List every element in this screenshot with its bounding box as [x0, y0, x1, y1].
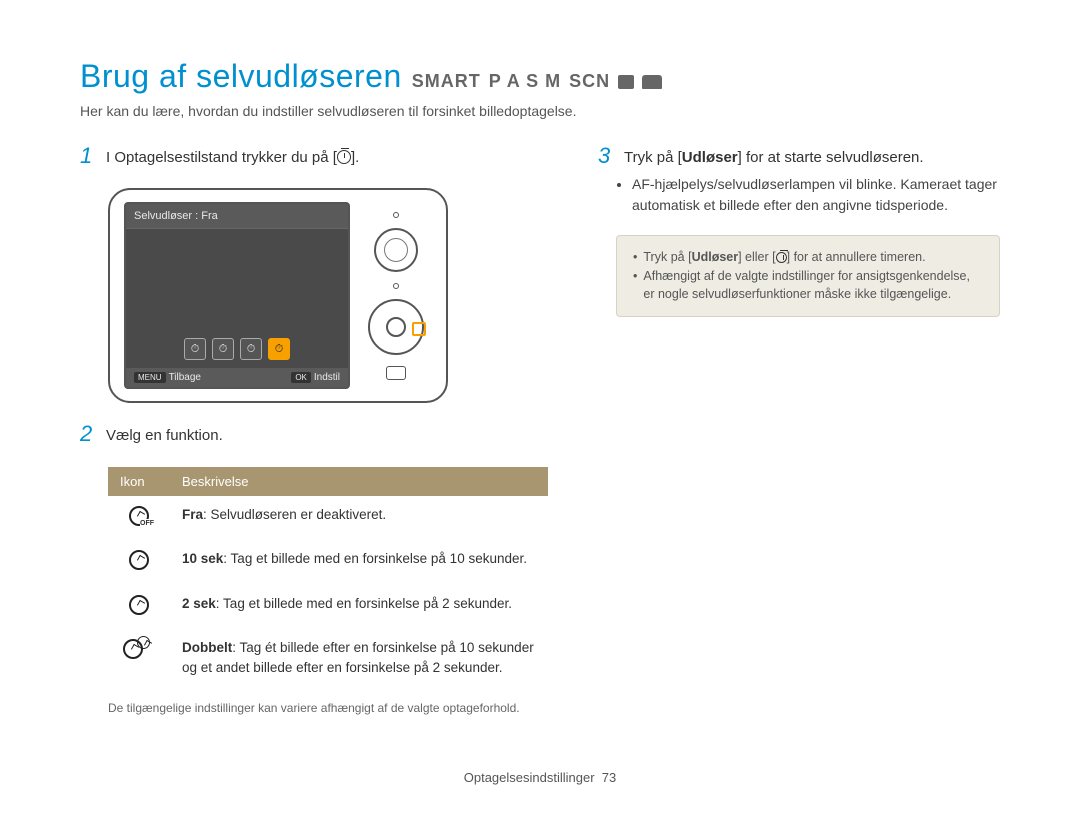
- left-column: 1 I Optagelsestilstand trykker du på [].…: [80, 145, 548, 717]
- camera-option-selected: ⏱: [268, 338, 290, 360]
- timer-10-icon: [129, 550, 149, 570]
- step-3-bullets: AF-hjælpelys/selvudløserlampen vil blink…: [632, 174, 1000, 215]
- camera-set-label: OKIndstil: [291, 372, 340, 383]
- intro-text: Her kan du lære, hvordan du indstiller s…: [80, 103, 1000, 119]
- page-footer: Optagelsesindstillinger 73: [0, 770, 1080, 785]
- camera-wheel-highlight: [412, 322, 426, 336]
- mode-scn: SCN: [569, 71, 610, 92]
- camera-led: [393, 212, 399, 218]
- info-box: Tryk på [Udløser] eller [] for at annull…: [616, 235, 1000, 317]
- camera-option-2: ⏱: [240, 338, 262, 360]
- table-row-3-desc: Dobbelt: Tag ét billede efter en forsink…: [170, 629, 548, 686]
- step-3-text: Tryk på [Udløser] for at starte selvudlø…: [624, 145, 1000, 168]
- step-3: 3 Tryk på [Udløser] for at starte selvud…: [598, 145, 1000, 215]
- step-2-text: Vælg en funktion.: [106, 423, 548, 446]
- table-head-desc: Beskrivelse: [170, 467, 548, 496]
- info-bullet-2: Afhængigt af de valgte indstillinger for…: [633, 267, 983, 305]
- camera-controls: [360, 202, 432, 389]
- step-2: 2 Vælg en funktion.: [80, 423, 548, 446]
- camera-option-off: ⏱: [184, 338, 206, 360]
- camera-control-wheel: [368, 299, 424, 355]
- table-row-0-desc: Fra: Selvudløseren er deaktiveret.: [170, 496, 548, 541]
- mode-icon-1: [618, 75, 634, 89]
- table-footnote: De tilgængelige indstillinger kan varier…: [108, 700, 548, 717]
- camera-illustration: Selvudløser : Fra ⏱ ⏱ ⏱ ⏱ MENUTilbage: [108, 188, 448, 403]
- timer-icon: [776, 252, 787, 263]
- timer-double-icon-small: [137, 636, 150, 649]
- camera-screen-title: Selvudløser : Fra: [126, 204, 348, 229]
- timer-2-icon: [129, 595, 149, 615]
- title-row: Brug af selvudløseren SMART P A S M SCN: [80, 58, 1000, 95]
- timer-off-icon: [129, 506, 149, 526]
- table-row-2-desc: 2 sek: Tag et billede med en forsinkelse…: [170, 585, 548, 630]
- mode-letters: P A S M: [489, 71, 561, 92]
- step-1-number: 1: [80, 145, 98, 167]
- step-1-text: I Optagelsestilstand trykker du på [].: [106, 145, 548, 168]
- step-3-bullet-1: AF-hjælpelys/selvudløserlampen vil blink…: [632, 174, 1000, 215]
- camera-screen: Selvudløser : Fra ⏱ ⏱ ⏱ ⏱ MENUTilbage: [124, 202, 350, 389]
- table-head-icon: Ikon: [108, 467, 170, 496]
- info-bullet-1: Tryk på [Udløser] eller [] for at annull…: [633, 248, 983, 267]
- camera-mode-dial: [374, 228, 418, 272]
- camera-back-label: MENUTilbage: [134, 372, 201, 383]
- camera-dot-2: [393, 283, 399, 289]
- table-row: 10 sek: Tag et billede med en forsinkels…: [108, 540, 548, 585]
- right-column: 3 Tryk på [Udløser] for at starte selvud…: [598, 145, 1000, 717]
- step-3-number: 3: [598, 145, 616, 167]
- mode-icon-2: [642, 75, 662, 89]
- table-row: Dobbelt: Tag ét billede efter en forsink…: [108, 629, 548, 686]
- timer-icon: [337, 150, 351, 164]
- step-2-number: 2: [80, 423, 98, 445]
- table-row: Fra: Selvudløseren er deaktiveret.: [108, 496, 548, 541]
- table-row: 2 sek: Tag et billede med en forsinkelse…: [108, 585, 548, 630]
- camera-small-button: [386, 366, 406, 380]
- step-1: 1 I Optagelsestilstand trykker du på [].: [80, 145, 548, 168]
- camera-option-10: ⏱: [212, 338, 234, 360]
- mode-smart: SMART: [412, 71, 481, 92]
- mode-strip: SMART P A S M SCN: [412, 71, 662, 92]
- footer-page-number: 73: [602, 770, 616, 785]
- camera-option-row: ⏱ ⏱ ⏱ ⏱: [134, 338, 340, 360]
- page-title: Brug af selvudløseren: [80, 58, 402, 95]
- function-table: Ikon Beskrivelse Fra: Selvudløseren er d…: [108, 467, 548, 687]
- table-row-1-desc: 10 sek: Tag et billede med en forsinkels…: [170, 540, 548, 585]
- footer-section: Optagelsesindstillinger: [464, 770, 595, 785]
